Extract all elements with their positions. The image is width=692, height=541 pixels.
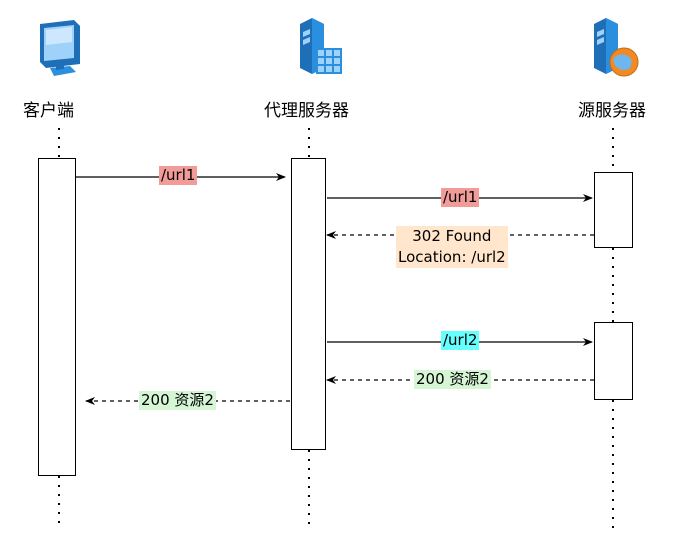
proxy-label: 代理服务器 [264,101,349,121]
lifelines [40,18,639,530]
message-3-line1: 302 Found [412,227,492,245]
sequence-diagram: 客户端 代理服务器 源服务器 /url1 /url1 302 Found Loc… [0,0,692,541]
monitor-icon [40,20,80,76]
server-grid-icon [300,18,342,74]
origin-activation-1 [594,172,633,248]
message-5-label: 200 资源2 [414,370,491,389]
client-activation [38,158,76,476]
message-4-label: /url2 [441,331,480,350]
message-6-label: 200 资源2 [139,391,216,410]
origin-activation-2 [594,322,633,400]
message-1-label: /url1 [159,166,198,185]
origin-label: 源服务器 [578,101,646,121]
message-3-line2: Location: /url2 [398,248,506,266]
proxy-activation [291,158,326,450]
client-label: 客户端 [23,101,74,121]
message-3-label: 302 Found Location: /url2 [396,226,508,268]
server-globe-icon [594,18,639,77]
message-2-label: /url1 [441,188,480,207]
